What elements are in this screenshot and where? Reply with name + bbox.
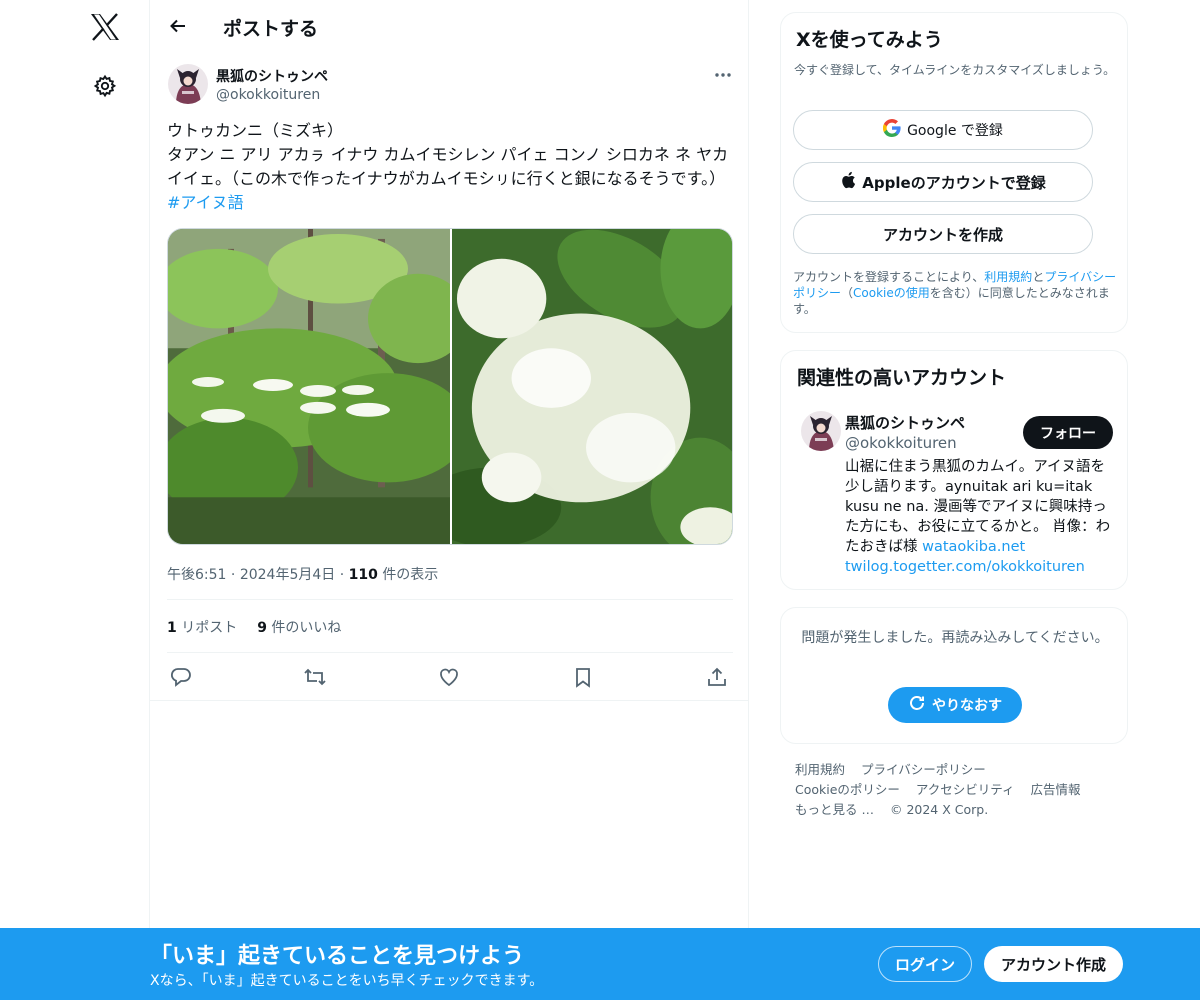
arrow-left-icon[interactable] (164, 12, 192, 40)
views-label: 件の表示 (382, 567, 439, 583)
signup-title: Xを使ってみよう (796, 29, 943, 51)
author-handle[interactable]: @okokkoituren (216, 87, 320, 103)
divider (150, 700, 748, 701)
page-title: ポストする (223, 18, 319, 40)
post-media (167, 228, 733, 545)
views-count: 110 (348, 567, 378, 583)
footer-link[interactable]: Cookieのポリシー (795, 782, 900, 797)
divider (167, 599, 733, 600)
related-account-handle[interactable]: @okokkoituren (845, 434, 957, 452)
hashtag-link[interactable]: #アイヌ語 (167, 193, 244, 212)
share-icon[interactable] (704, 664, 730, 690)
footer-link[interactable]: 広告情報 (1031, 782, 1081, 797)
likes-stat[interactable]: 9 件のいいね (257, 617, 341, 637)
error-card: 問題が発生しました。再読み込みしてください。 やりなおす (780, 607, 1128, 744)
banner-heading: 「いま」起きていることを見つけよう (150, 944, 525, 969)
reposts-count: 1 (167, 620, 177, 636)
divider (167, 652, 733, 653)
reply-icon[interactable] (168, 664, 194, 690)
footer-row: もっと見る … © 2024 X Corp. (795, 800, 1115, 820)
follow-button[interactable]: フォロー (1023, 416, 1113, 449)
post-stats: 1 リポスト 9 件のいいね (167, 617, 341, 637)
apple-icon (840, 171, 856, 193)
reposts-label: リポスト (181, 620, 238, 636)
x-logo-icon[interactable] (88, 10, 122, 44)
create-account-button[interactable]: アカウントを作成 (793, 214, 1093, 254)
main-column: ポストする 黒狐のシトゥンペ @okokkoituren ウトゥカンニ（ミズキ）… (149, 0, 749, 1000)
like-icon[interactable] (436, 664, 462, 690)
related-account-bio: 山裾に住まう黒狐のカムイ。アイヌ語を少し語ります。aynuitak ari ku… (845, 457, 1113, 577)
footer-link[interactable]: 利用規約 (795, 762, 845, 777)
bio-link-twilog[interactable]: twilog.togetter.com/okokkoituren (845, 559, 1085, 575)
footer-link[interactable]: プライバシーポリシー (861, 762, 986, 777)
post-text-body: タアン ニ アリ アカㇻ イナウ カムイモシレン パイェ コンノ シロカネ ネ … (167, 145, 729, 188)
google-signup-label: Google で登録 (907, 123, 1003, 139)
apple-signup-label: Appleのアカウントで登録 (862, 173, 1046, 192)
top-bar: ポストする (150, 0, 748, 53)
retry-label: やりなおす (932, 698, 1002, 714)
reposts-stat[interactable]: 1 リポスト (167, 617, 237, 637)
ellipsis-icon[interactable] (710, 64, 736, 86)
google-icon (883, 119, 901, 141)
terms-and: と (1032, 270, 1045, 284)
likes-label: 件のいいね (271, 620, 342, 636)
footer-row: 利用規約 プライバシーポリシー (795, 760, 1115, 780)
post-text: ウトゥカンニ（ミズキ） タアン ニ アリ アカㇻ イナウ カムイモシレン パイェ… (167, 119, 735, 215)
footer-more-link[interactable]: もっと見る … (795, 802, 874, 817)
gear-icon[interactable] (89, 70, 121, 102)
terms-notice: アカウントを登録することにより、利用規約とプライバシーポリシー（Cookieの使… (793, 269, 1121, 317)
terms-link[interactable]: 利用規約 (984, 270, 1032, 284)
bookmark-icon[interactable] (570, 664, 596, 690)
bottom-banner: 「いま」起きていることを見つけよう Xなら、「いま」起きていることをいち早くチェ… (0, 928, 1200, 1000)
google-signup-button[interactable]: Google で登録 (793, 110, 1093, 150)
avatar[interactable] (801, 411, 841, 451)
signup-card: Xを使ってみよう 今すぐ登録して、タイムラインをカスタマイズしましょう。 Goo… (780, 12, 1128, 333)
terms-prefix: アカウントを登録することにより、 (793, 270, 985, 284)
bio-link-website[interactable]: wataokiba.net (922, 539, 1025, 555)
refresh-icon (908, 694, 926, 716)
likes-count: 9 (257, 620, 267, 636)
post-author: 黒狐のシトゥンペ @okokkoituren (168, 64, 736, 108)
apple-signup-button[interactable]: Appleのアカウントで登録 (793, 162, 1093, 202)
post-meta: 午後6:51 · 2024年5月4日 · 110 件の表示 (167, 564, 438, 584)
dogwood-flowers-closeup-photo[interactable] (422, 229, 732, 544)
footer-links: 利用規約 プライバシーポリシー Cookieのポリシー アクセシビリティ 広告情… (795, 760, 1115, 820)
avatar[interactable] (168, 64, 208, 104)
post-text-line1: ウトゥカンニ（ミズキ） (167, 121, 344, 140)
related-accounts-card: 関連性の高いアカウント 黒狐のシトゥンペ @okokkoituren フォロー … (780, 350, 1128, 590)
login-button[interactable]: ログイン (878, 946, 972, 982)
related-account-name[interactable]: 黒狐のシトゥンペ (845, 412, 965, 433)
banner-subheading: Xなら、「いま」起きていることをいち早くチェックできます。 (150, 973, 544, 989)
repost-icon[interactable] (302, 664, 328, 690)
left-rail (0, 0, 150, 1000)
footer-row: Cookieのポリシー アクセシビリティ 広告情報 (795, 780, 1115, 800)
signup-subtitle: 今すぐ登録して、タイムラインをカスタマイズしましょう。 (794, 63, 1116, 77)
meta-separator: · (339, 567, 345, 583)
footer-link[interactable]: アクセシビリティ (916, 782, 1015, 797)
create-account-label: アカウントを作成 (882, 225, 1003, 244)
post-date[interactable]: 2024年5月4日 (240, 567, 335, 583)
author-name[interactable]: 黒狐のシトゥンペ (216, 66, 328, 86)
dogwood-tree-photo[interactable] (168, 229, 468, 544)
signup-button[interactable]: アカウント作成 (984, 946, 1123, 982)
cookie-link[interactable]: Cookieの使用 (853, 286, 930, 300)
meta-separator: · (230, 567, 236, 583)
retry-button[interactable]: やりなおす (888, 687, 1022, 723)
post-actions (167, 664, 733, 690)
post-time[interactable]: 午後6:51 (167, 567, 226, 583)
related-title: 関連性の高いアカウント (797, 367, 1007, 389)
copyright: © 2024 X Corp. (889, 802, 989, 817)
error-message: 問題が発生しました。再読み込みしてください。 (801, 630, 1109, 646)
terms-mid: （ (841, 286, 854, 300)
